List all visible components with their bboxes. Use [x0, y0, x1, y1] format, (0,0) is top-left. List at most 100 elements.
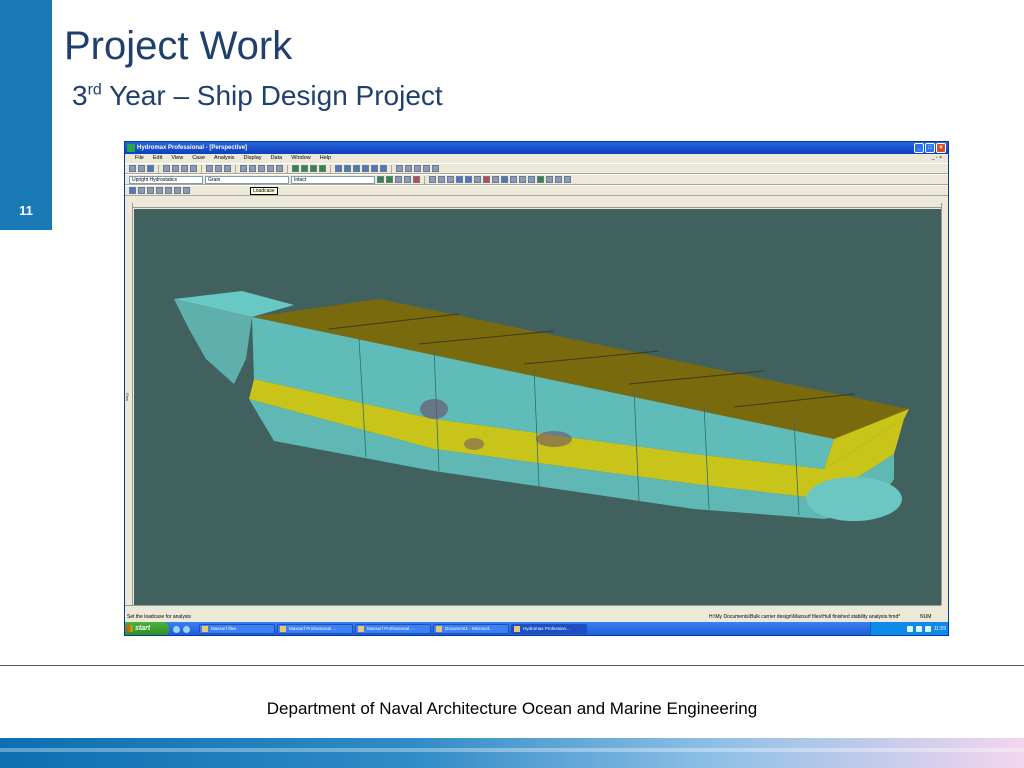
display-tanks-icon[interactable] — [371, 165, 378, 172]
modulus-icon[interactable] — [492, 176, 499, 183]
next-icon[interactable] — [174, 187, 181, 194]
taskbar-item-hydromax[interactable]: Hydromax Profession... — [511, 624, 587, 634]
wireframe-icon[interactable] — [138, 187, 145, 194]
view-perspective-icon[interactable] — [292, 165, 299, 172]
maximize-button[interactable]: □ — [925, 143, 935, 153]
status-num-lock: NUM — [920, 614, 932, 620]
paste-icon[interactable] — [181, 165, 188, 172]
view-plan-icon[interactable] — [301, 165, 308, 172]
start-analysis-icon[interactable] — [377, 176, 384, 183]
menu-view[interactable]: View — [171, 154, 183, 163]
pause-icon[interactable] — [395, 176, 402, 183]
toolbar-separator — [235, 164, 236, 173]
start-button[interactable]: start — [125, 622, 169, 635]
menu-display[interactable]: Display — [244, 154, 262, 163]
window-graph-icon[interactable] — [405, 165, 412, 172]
display-buttocks-icon[interactable] — [344, 165, 351, 172]
volume-icon[interactable] — [915, 626, 922, 632]
window-table-icon[interactable] — [396, 165, 403, 172]
wind-icon[interactable] — [510, 176, 517, 183]
display-rooms-icon[interactable] — [380, 165, 387, 172]
view-profile-icon[interactable] — [310, 165, 317, 172]
menu-edit[interactable]: Edit — [153, 154, 162, 163]
copy-icon[interactable] — [172, 165, 179, 172]
grid-icon[interactable] — [432, 165, 439, 172]
render-icon[interactable] — [129, 187, 136, 194]
view-body-icon[interactable] — [319, 165, 326, 172]
data-icon[interactable] — [224, 165, 231, 172]
condition-select[interactable]: Intact — [291, 175, 375, 184]
menu-case[interactable]: Case — [192, 154, 205, 163]
menu-window[interactable]: Window — [291, 154, 311, 163]
damage-case-icon[interactable] — [483, 176, 490, 183]
display-waterlines-icon[interactable] — [353, 165, 360, 172]
toolbar-separator — [391, 164, 392, 173]
pan-icon[interactable] — [258, 165, 265, 172]
cut-icon[interactable] — [163, 165, 170, 172]
sections-icon[interactable] — [501, 176, 508, 183]
view-angle-icon[interactable] — [183, 187, 190, 194]
status-file-path: H:\My Documents\Bulk carrier design\Maxs… — [709, 614, 901, 620]
taskbar-item-maxsurf-pro-2[interactable]: Maxsurf Professional ... — [355, 624, 431, 634]
window-controls: _ □ × — [914, 143, 946, 153]
close-button[interactable]: × — [936, 143, 946, 153]
app-icon — [127, 144, 135, 152]
options-icon[interactable] — [564, 176, 571, 183]
menu-analysis[interactable]: Analysis — [214, 154, 234, 163]
key-point-icon[interactable] — [465, 176, 472, 183]
browser-icon[interactable] — [173, 625, 180, 633]
window-title: Hydromax Professional - [Perspective] — [137, 145, 248, 151]
taskbar-item-maxsurf-pro-1[interactable]: Maxsurf Professional ... — [277, 624, 353, 634]
taskbar-item-document1[interactable]: Document1 - Microsof... — [433, 624, 509, 634]
play-icon[interactable] — [386, 176, 393, 183]
sounding-icon[interactable] — [456, 176, 463, 183]
table-icon[interactable] — [206, 165, 213, 172]
home-view-icon[interactable] — [267, 165, 274, 172]
toolbar-separator — [201, 164, 202, 173]
criteria-icon[interactable] — [413, 176, 420, 183]
report-icon[interactable] — [546, 176, 553, 183]
print-icon[interactable] — [190, 165, 197, 172]
graph-icon[interactable] — [215, 165, 222, 172]
results-icon[interactable] — [537, 176, 544, 183]
stop-icon[interactable] — [404, 176, 411, 183]
display-sections-icon[interactable] — [335, 165, 342, 172]
prev-icon[interactable] — [156, 187, 163, 194]
model-canvas[interactable] — [134, 209, 941, 605]
menu-help[interactable]: Help — [320, 154, 331, 163]
save-icon[interactable] — [147, 165, 154, 172]
curve-icon[interactable] — [423, 165, 430, 172]
mdi-controls[interactable]: _ ▫ × — [932, 154, 942, 163]
new-icon[interactable] — [129, 165, 136, 172]
security-icon[interactable] — [924, 626, 931, 632]
density-select[interactable]: Grain — [205, 175, 289, 184]
menu-file[interactable]: File — [135, 154, 144, 163]
minimize-button[interactable]: _ — [914, 143, 924, 153]
export-icon[interactable] — [555, 176, 562, 183]
heel-icon[interactable] — [519, 176, 526, 183]
open-icon[interactable] — [138, 165, 145, 172]
light-icon[interactable] — [147, 187, 154, 194]
analysis-type-select[interactable]: Upright Hydrostatics — [129, 175, 203, 184]
window-results-icon[interactable] — [414, 165, 421, 172]
rotate-icon[interactable] — [276, 165, 283, 172]
loadcase-icon[interactable] — [429, 176, 436, 183]
desktop-icon[interactable] — [183, 625, 190, 633]
color-icon[interactable] — [165, 187, 172, 194]
taskbar-item-maxsurf-files[interactable]: Maxsurf files — [199, 624, 275, 634]
stress-patch — [536, 431, 572, 447]
ruler-left — [125, 203, 133, 605]
trim-icon[interactable] — [528, 176, 535, 183]
display-diagonals-icon[interactable] — [362, 165, 369, 172]
compartment-icon[interactable] — [447, 176, 454, 183]
network-icon[interactable] — [906, 626, 913, 632]
margin-line-icon[interactable] — [474, 176, 481, 183]
menu-data[interactable]: Data — [271, 154, 283, 163]
tank-icon[interactable] — [438, 176, 445, 183]
subtitle-prefix: 3 — [72, 80, 88, 111]
left-accent-bar — [0, 0, 52, 230]
zoom-in-icon[interactable] — [240, 165, 247, 172]
status-message: Set the loadcase for analysis — [127, 614, 191, 620]
ruler-bottom — [125, 605, 941, 613]
zoom-out-icon[interactable] — [249, 165, 256, 172]
